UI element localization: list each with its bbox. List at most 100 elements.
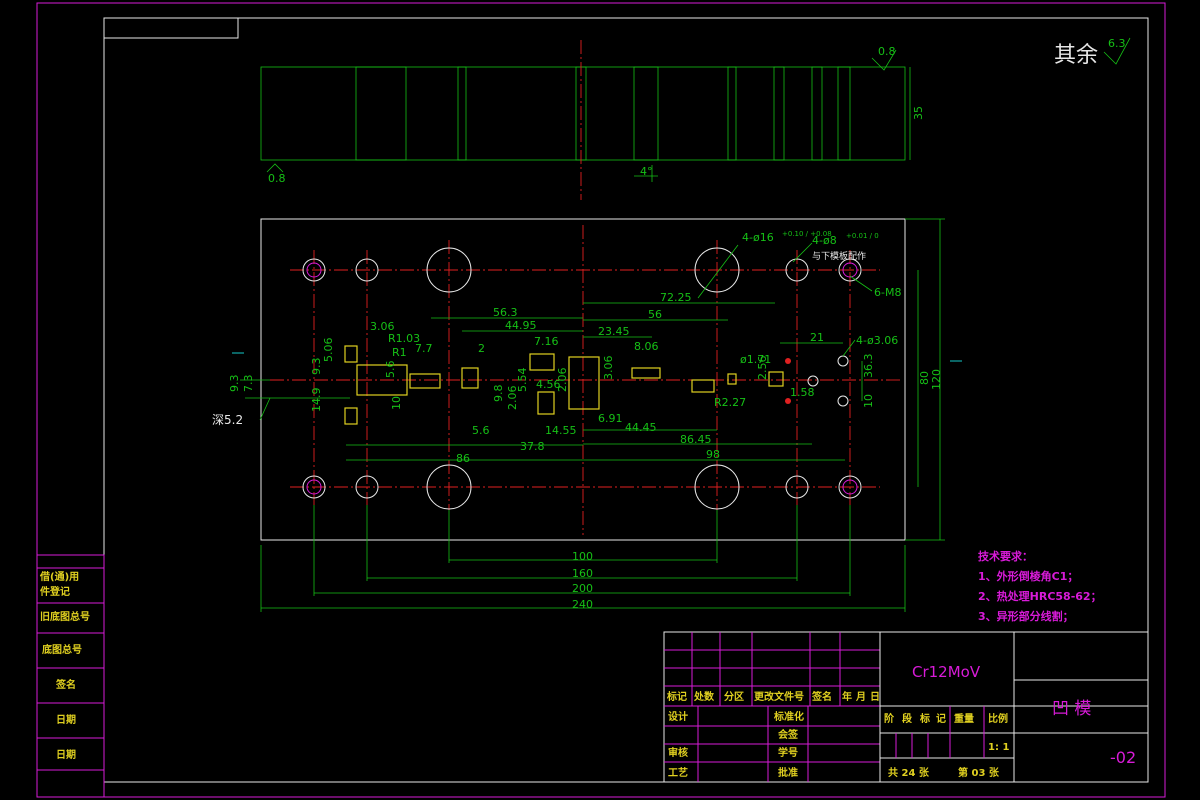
svg-text:处数: 处数 [693,690,715,703]
svg-text:6.91: 6.91 [598,412,623,425]
svg-text:2、热处理HRC58-62；: 2、热处理HRC58-62； [978,589,1102,603]
svg-text:会签: 会签 [778,728,799,741]
svg-text:6.3: 6.3 [1108,37,1126,50]
svg-text:凹 模: 凹 模 [1052,699,1091,719]
svg-text:0.8: 0.8 [878,45,896,58]
svg-text:8.06: 8.06 [634,340,659,353]
svg-text:3.06: 3.06 [602,356,615,381]
svg-text:工艺: 工艺 [668,766,688,779]
corner-box [103,17,239,39]
svg-text:37.8: 37.8 [520,440,545,453]
svg-text:学号: 学号 [778,746,798,759]
svg-text:R1: R1 [392,346,407,359]
svg-text:100: 100 [572,550,593,563]
svg-text:Cr12MoV: Cr12MoV [912,663,981,681]
svg-text:签名: 签名 [811,690,832,703]
svg-text:86.45: 86.45 [680,433,712,446]
tech-requirements: 技术要求： 1、外形倒棱角C1； 2、热处理HRC58-62； 3、异形部分线割… [978,549,1102,623]
svg-text:14.9: 14.9 [310,388,323,413]
svg-text:4-ø3.06: 4-ø3.06 [856,334,898,347]
roughness-note: 其余 6.3 [1054,37,1131,68]
svg-text:与下模板配作: 与下模板配作 [812,250,866,262]
svg-text:底图总号: 底图总号 [42,643,82,656]
section-view: 4° 35 0.8 0.8 [260,40,925,200]
svg-text:10: 10 [390,396,403,410]
svg-text:200: 200 [572,582,593,595]
svg-text:审核: 审核 [668,746,688,759]
svg-text:4-ø16: 4-ø16 [742,231,774,244]
svg-text:1: 1: 1: 1 [988,742,1009,753]
svg-text:5.6: 5.6 [384,361,397,379]
title-block: 标记 处数 分区 更改文件号 签名 年 月 日 设计 审核 工艺 标准化 会签 … [663,631,1149,783]
svg-text:批准: 批准 [778,766,798,779]
svg-text:35: 35 [912,106,925,120]
svg-text:R2.27: R2.27 [714,396,746,409]
svg-text:件登记: 件登记 [40,585,70,598]
svg-text:9.8: 9.8 [492,385,505,403]
svg-text:56: 56 [648,308,662,321]
svg-text:共 24 张: 共 24 张 [888,766,930,779]
svg-text:重量: 重量 [954,712,974,725]
svg-text:3、异形部分线割；: 3、异形部分线割； [978,609,1074,623]
svg-text:比例: 比例 [988,712,1008,725]
svg-text:更改文件号: 更改文件号 [754,690,804,703]
svg-text:21: 21 [810,331,824,344]
svg-text:月: 月 [855,691,866,703]
svg-text:其余: 其余 [1054,43,1098,68]
svg-text:签名: 签名 [55,678,76,691]
svg-text:10: 10 [862,394,875,408]
svg-text:56.3: 56.3 [493,306,518,319]
svg-text:段: 段 [902,712,912,725]
svg-text:设计: 设计 [668,710,688,723]
svg-text:深5.2: 深5.2 [212,413,243,427]
svg-text:9.3: 9.3 [310,358,323,376]
svg-text:0.8: 0.8 [268,172,286,185]
svg-text:14.55: 14.55 [545,424,577,437]
svg-text:日期: 日期 [56,713,76,726]
svg-text:旧底图总号: 旧底图总号 [40,610,90,623]
svg-text:+0.01 / 0: +0.01 / 0 [846,232,879,240]
svg-text:44.95: 44.95 [505,319,537,332]
svg-text:36.3: 36.3 [862,354,875,379]
svg-text:9.3: 9.3 [228,375,241,393]
svg-text:5.06: 5.06 [322,338,335,363]
svg-text:120: 120 [930,369,943,390]
svg-text:4°: 4° [640,165,653,178]
svg-text:标准化: 标准化 [773,710,804,723]
svg-text:日期: 日期 [56,748,76,761]
svg-text:第 03 张: 第 03 张 [958,766,1000,779]
svg-text:7.16: 7.16 [534,335,559,348]
svg-text:2.06: 2.06 [506,386,519,411]
svg-text:7.7: 7.7 [415,342,433,355]
svg-text:2.06: 2.06 [556,368,569,393]
plan-view: 56.3 44.95 23.45 56 72.25 3.06 R1.03 R1 … [212,218,962,612]
svg-text:23.45: 23.45 [598,325,630,338]
svg-text:日: 日 [870,691,880,703]
svg-text:分区: 分区 [724,690,744,703]
svg-text:2.56: 2.56 [756,356,769,381]
svg-text:7.3: 7.3 [242,375,255,393]
svg-text:阶: 阶 [884,712,895,725]
svg-text:44.45: 44.45 [625,421,657,434]
svg-text:标记: 标记 [666,690,687,703]
svg-text:98: 98 [706,448,720,461]
outer-frame [36,2,1166,798]
svg-text:4-ø8: 4-ø8 [812,234,837,247]
svg-text:年: 年 [842,690,852,703]
svg-text:-02: -02 [1110,748,1136,767]
svg-text:240: 240 [572,598,593,611]
left-strip: 借(通)用 件登记 旧底图总号 底图总号 签名 日期 日期 [36,554,105,798]
svg-text:5.6: 5.6 [472,424,490,437]
svg-text:借(通)用: 借(通)用 [39,570,79,583]
svg-text:记: 记 [936,713,946,725]
svg-text:技术要求：: 技术要求： [978,549,1033,563]
svg-text:标: 标 [919,712,930,725]
svg-text:86: 86 [456,452,470,465]
section-body [260,66,906,161]
cad-drawing: 其余 6.3 4° 35 0.8 0.8 56.3 44.95 23.45 56… [36,2,1166,798]
svg-text:72.25: 72.25 [660,291,692,304]
svg-text:6-M8: 6-M8 [874,286,901,299]
svg-text:1、外形倒棱角C1；: 1、外形倒棱角C1； [978,569,1078,583]
svg-text:1.58: 1.58 [790,386,815,399]
svg-text:2: 2 [478,342,485,355]
